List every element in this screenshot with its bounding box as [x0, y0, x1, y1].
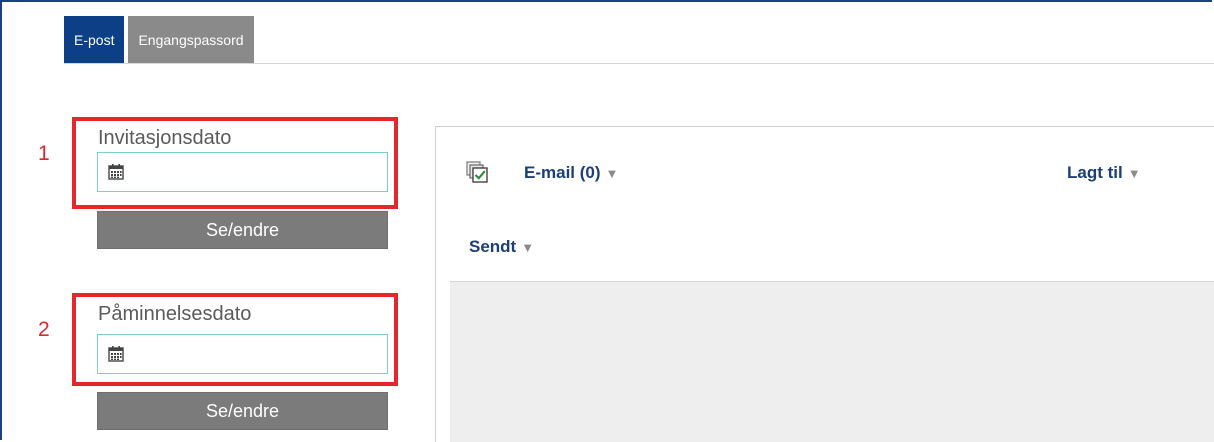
reminder-date-label: Påminnelsesdato: [98, 303, 252, 325]
annotation-number-2: 2: [38, 318, 50, 341]
calendar-icon[interactable]: [107, 345, 125, 363]
view-edit-reminder-button[interactable]: Se/endre: [97, 392, 388, 430]
view-edit-invitation-button[interactable]: Se/endre: [97, 211, 388, 249]
sent-header-label: Sendt: [469, 237, 517, 256]
invitation-date-field[interactable]: [97, 152, 388, 192]
email-header-label: E-mail (0): [524, 163, 601, 182]
invitation-date-label: Invitasjonsdato: [98, 127, 232, 149]
invitation-date-input[interactable]: [125, 153, 387, 191]
email-list-header: E-mail (0) ▼ Lagt til ▼ Sendt ▼: [436, 127, 1214, 281]
tab-divider: [64, 63, 1214, 64]
tab-engangspassord[interactable]: Engangspassord: [128, 16, 254, 64]
email-list-body: [450, 281, 1214, 442]
tab-e-post[interactable]: E-post: [64, 16, 125, 64]
email-column-header[interactable]: E-mail (0) ▼: [524, 163, 618, 183]
reminder-date-input[interactable]: [125, 335, 387, 373]
select-all-icon[interactable]: [466, 161, 488, 183]
added-header-label: Lagt til: [1067, 163, 1123, 182]
email-list-panel: E-mail (0) ▼ Lagt til ▼ Sendt ▼: [435, 126, 1214, 442]
calendar-icon[interactable]: [107, 163, 125, 181]
sort-caret-icon: ▼: [1127, 166, 1141, 181]
sent-column-header[interactable]: Sendt ▼: [469, 237, 534, 257]
reminder-date-field[interactable]: [97, 334, 388, 374]
sort-caret-icon: ▼: [521, 240, 535, 255]
tab-bar: E-post Engangspassord: [64, 16, 254, 64]
added-column-header[interactable]: Lagt til ▼: [1067, 163, 1141, 183]
annotation-number-1: 1: [38, 142, 50, 165]
sort-caret-icon: ▼: [605, 166, 619, 181]
